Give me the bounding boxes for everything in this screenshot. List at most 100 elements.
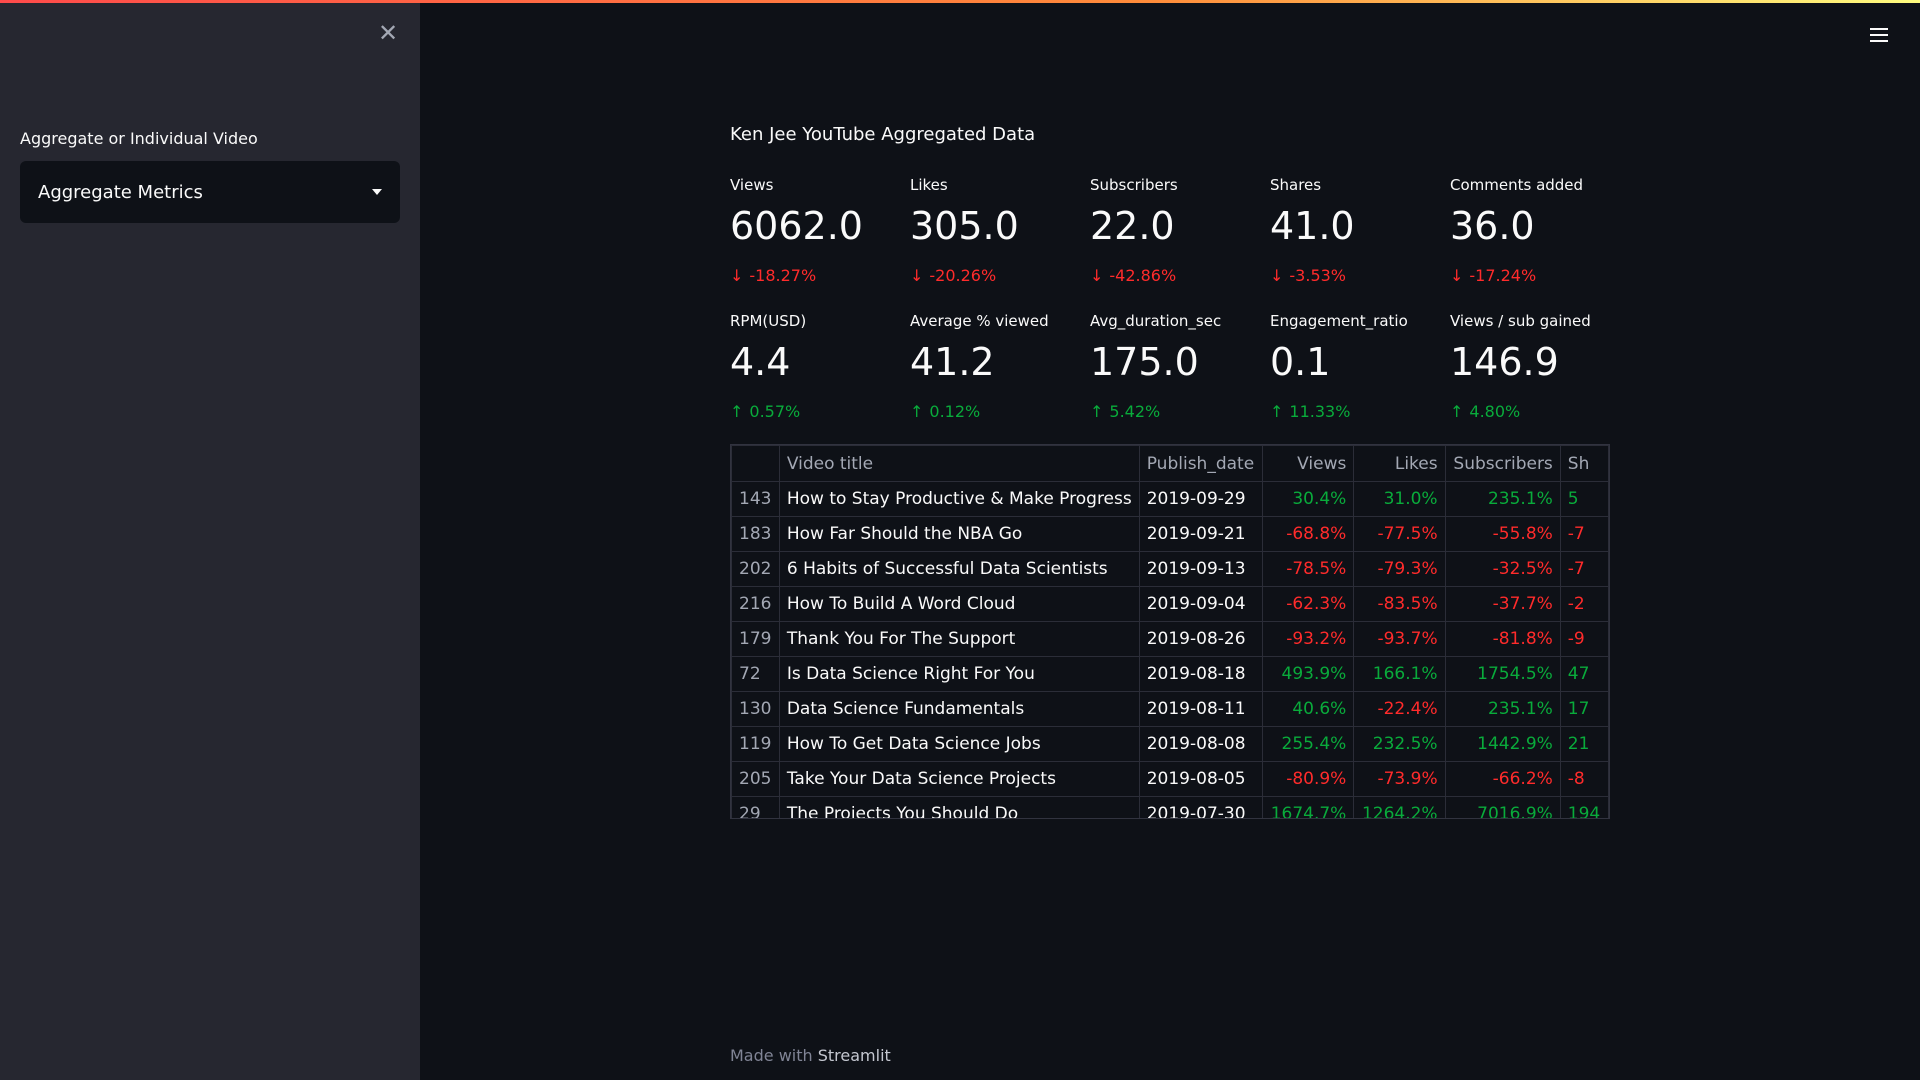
- metric-likes: Likes 305.0 ↓ -20.26%: [910, 176, 1090, 285]
- subscribers-cell[interactable]: 235.1%: [1444, 481, 1561, 517]
- aggregate-select[interactable]: Aggregate Metrics: [20, 161, 400, 223]
- streamlit-link[interactable]: Streamlit: [818, 1046, 891, 1065]
- views-cell[interactable]: 1674.7%: [1262, 796, 1355, 818]
- subscribers-cell[interactable]: -66.2%: [1444, 761, 1561, 797]
- shares-cell[interactable]: -8: [1559, 761, 1609, 797]
- metric-delta: ↓ -3.53%: [1270, 266, 1450, 285]
- metric-delta: ↑ 0.12%: [910, 402, 1090, 421]
- views-cell[interactable]: 493.9%: [1262, 656, 1355, 692]
- row-index[interactable]: 72: [731, 656, 780, 692]
- publish-date-cell[interactable]: 2019-08-18: [1138, 656, 1264, 692]
- likes-cell[interactable]: -22.4%: [1353, 691, 1446, 727]
- table-row[interactable]: 72 Is Data Science Right For You 2019-08-1…: [731, 656, 1609, 692]
- likes-cell[interactable]: 31.0%: [1353, 481, 1446, 517]
- video-title-cell[interactable]: The Projects You Should Do: [778, 796, 1140, 818]
- likes-cell[interactable]: -73.9%: [1353, 761, 1446, 797]
- metric-delta-value: -18.27%: [749, 266, 817, 285]
- row-index[interactable]: 179: [731, 621, 780, 657]
- likes-cell[interactable]: 166.1%: [1353, 656, 1446, 692]
- likes-cell[interactable]: -77.5%: [1353, 516, 1446, 552]
- views-cell[interactable]: 30.4%: [1262, 481, 1355, 517]
- likes-cell[interactable]: -79.3%: [1353, 551, 1446, 587]
- shares-cell[interactable]: -7: [1559, 551, 1609, 587]
- likes-cell[interactable]: 232.5%: [1353, 726, 1446, 762]
- views-cell[interactable]: -68.8%: [1262, 516, 1355, 552]
- column-header-publish-date[interactable]: Publish_date: [1138, 445, 1264, 482]
- views-cell[interactable]: -93.2%: [1262, 621, 1355, 657]
- table-row[interactable]: 216 How To Build A Word Cloud 2019-09-04 -6…: [731, 586, 1609, 622]
- row-index[interactable]: 205: [731, 761, 780, 797]
- shares-cell[interactable]: 47: [1559, 656, 1609, 692]
- publish-date-cell[interactable]: 2019-07-30: [1138, 796, 1264, 818]
- shares-cell[interactable]: 5: [1559, 481, 1609, 517]
- video-title-cell[interactable]: 6 Habits of Successful Data Scientists: [778, 551, 1140, 587]
- close-icon[interactable]: ✕: [376, 21, 400, 45]
- subscribers-cell[interactable]: -37.7%: [1444, 586, 1561, 622]
- subscribers-cell[interactable]: 1754.5%: [1444, 656, 1561, 692]
- table-row[interactable]: 183 How Far Should the NBA Go 2019-09-21 -6…: [731, 516, 1609, 552]
- shares-cell[interactable]: 17: [1559, 691, 1609, 727]
- arrow-down-icon: ↓: [730, 266, 744, 285]
- video-title-cell[interactable]: Take Your Data Science Projects: [778, 761, 1140, 797]
- subscribers-cell[interactable]: -32.5%: [1444, 551, 1561, 587]
- subscribers-cell[interactable]: 7016.9%: [1444, 796, 1561, 818]
- publish-date-cell[interactable]: 2019-09-13: [1138, 551, 1264, 587]
- row-index[interactable]: 202: [731, 551, 780, 587]
- video-data-table[interactable]: Video title Publish_date Views Likes Sub…: [730, 444, 1610, 819]
- subscribers-cell[interactable]: 235.1%: [1444, 691, 1561, 727]
- shares-cell[interactable]: 194: [1559, 796, 1609, 818]
- likes-cell[interactable]: 1264.2%: [1353, 796, 1446, 818]
- subscribers-cell[interactable]: 1442.9%: [1444, 726, 1561, 762]
- table-row[interactable]: 205 Take Your Data Science Projects 2019-0…: [731, 761, 1609, 797]
- likes-cell[interactable]: -93.7%: [1353, 621, 1446, 657]
- row-index[interactable]: 216: [731, 586, 780, 622]
- publish-date-cell[interactable]: 2019-08-05: [1138, 761, 1264, 797]
- row-index[interactable]: 119: [731, 726, 780, 762]
- video-title-cell[interactable]: Data Science Fundamentals: [778, 691, 1140, 727]
- publish-date-cell[interactable]: 2019-09-21: [1138, 516, 1264, 552]
- shares-cell[interactable]: -9: [1559, 621, 1609, 657]
- publish-date-cell[interactable]: 2019-09-04: [1138, 586, 1264, 622]
- views-cell[interactable]: -78.5%: [1262, 551, 1355, 587]
- table-row[interactable]: 179 Thank You For The Support 2019-08-26 -9…: [731, 621, 1609, 657]
- row-index[interactable]: 29: [731, 796, 780, 818]
- column-header-index[interactable]: [731, 445, 780, 482]
- subscribers-cell[interactable]: -81.8%: [1444, 621, 1561, 657]
- views-cell[interactable]: 40.6%: [1262, 691, 1355, 727]
- video-title-cell[interactable]: How To Build A Word Cloud: [778, 586, 1140, 622]
- subscribers-cell[interactable]: -55.8%: [1444, 516, 1561, 552]
- column-header-subscribers[interactable]: Subscribers: [1444, 445, 1561, 482]
- video-title-cell[interactable]: Thank You For The Support: [778, 621, 1140, 657]
- publish-date-cell[interactable]: 2019-08-26: [1138, 621, 1264, 657]
- column-header-likes[interactable]: Likes: [1353, 445, 1446, 482]
- shares-cell[interactable]: -7: [1559, 516, 1609, 552]
- arrow-down-icon: ↓: [1450, 266, 1464, 285]
- column-header-views[interactable]: Views: [1262, 445, 1355, 482]
- table-row[interactable]: 202 6 Habits of Successful Data Scientist…: [731, 551, 1609, 587]
- column-header-video-title[interactable]: Video title: [778, 445, 1140, 482]
- shares-cell[interactable]: -2: [1559, 586, 1609, 622]
- row-index[interactable]: 143: [731, 481, 780, 517]
- views-cell[interactable]: -62.3%: [1262, 586, 1355, 622]
- hamburger-menu-icon[interactable]: [1866, 24, 1892, 48]
- publish-date-cell[interactable]: 2019-08-11: [1138, 691, 1264, 727]
- shares-cell[interactable]: 21: [1559, 726, 1609, 762]
- video-title-cell[interactable]: How to Stay Productive & Make Progress: [778, 481, 1140, 517]
- arrow-up-icon: ↑: [1270, 402, 1284, 421]
- views-cell[interactable]: -80.9%: [1262, 761, 1355, 797]
- column-header-shares[interactable]: Sh: [1559, 445, 1609, 482]
- publish-date-cell[interactable]: 2019-08-08: [1138, 726, 1264, 762]
- likes-cell[interactable]: -83.5%: [1353, 586, 1446, 622]
- video-title-cell[interactable]: How Far Should the NBA Go: [778, 516, 1140, 552]
- row-index[interactable]: 183: [731, 516, 780, 552]
- row-index[interactable]: 130: [731, 691, 780, 727]
- table-row[interactable]: 130 Data Science Fundamentals 2019-08-11 40…: [731, 691, 1609, 727]
- video-title-cell[interactable]: Is Data Science Right For You: [778, 656, 1140, 692]
- table-row[interactable]: 143 How to Stay Productive & Make Progres…: [731, 481, 1609, 517]
- views-cell[interactable]: 255.4%: [1262, 726, 1355, 762]
- publish-date-cell[interactable]: 2019-09-29: [1138, 481, 1264, 517]
- video-title-cell[interactable]: How To Get Data Science Jobs: [778, 726, 1140, 762]
- metric-delta: ↑ 4.80%: [1450, 402, 1630, 421]
- table-row[interactable]: 119 How To Get Data Science Jobs 2019-08-0…: [731, 726, 1609, 762]
- table-row[interactable]: 29 The Projects You Should Do 2019-07-30 16…: [731, 796, 1609, 818]
